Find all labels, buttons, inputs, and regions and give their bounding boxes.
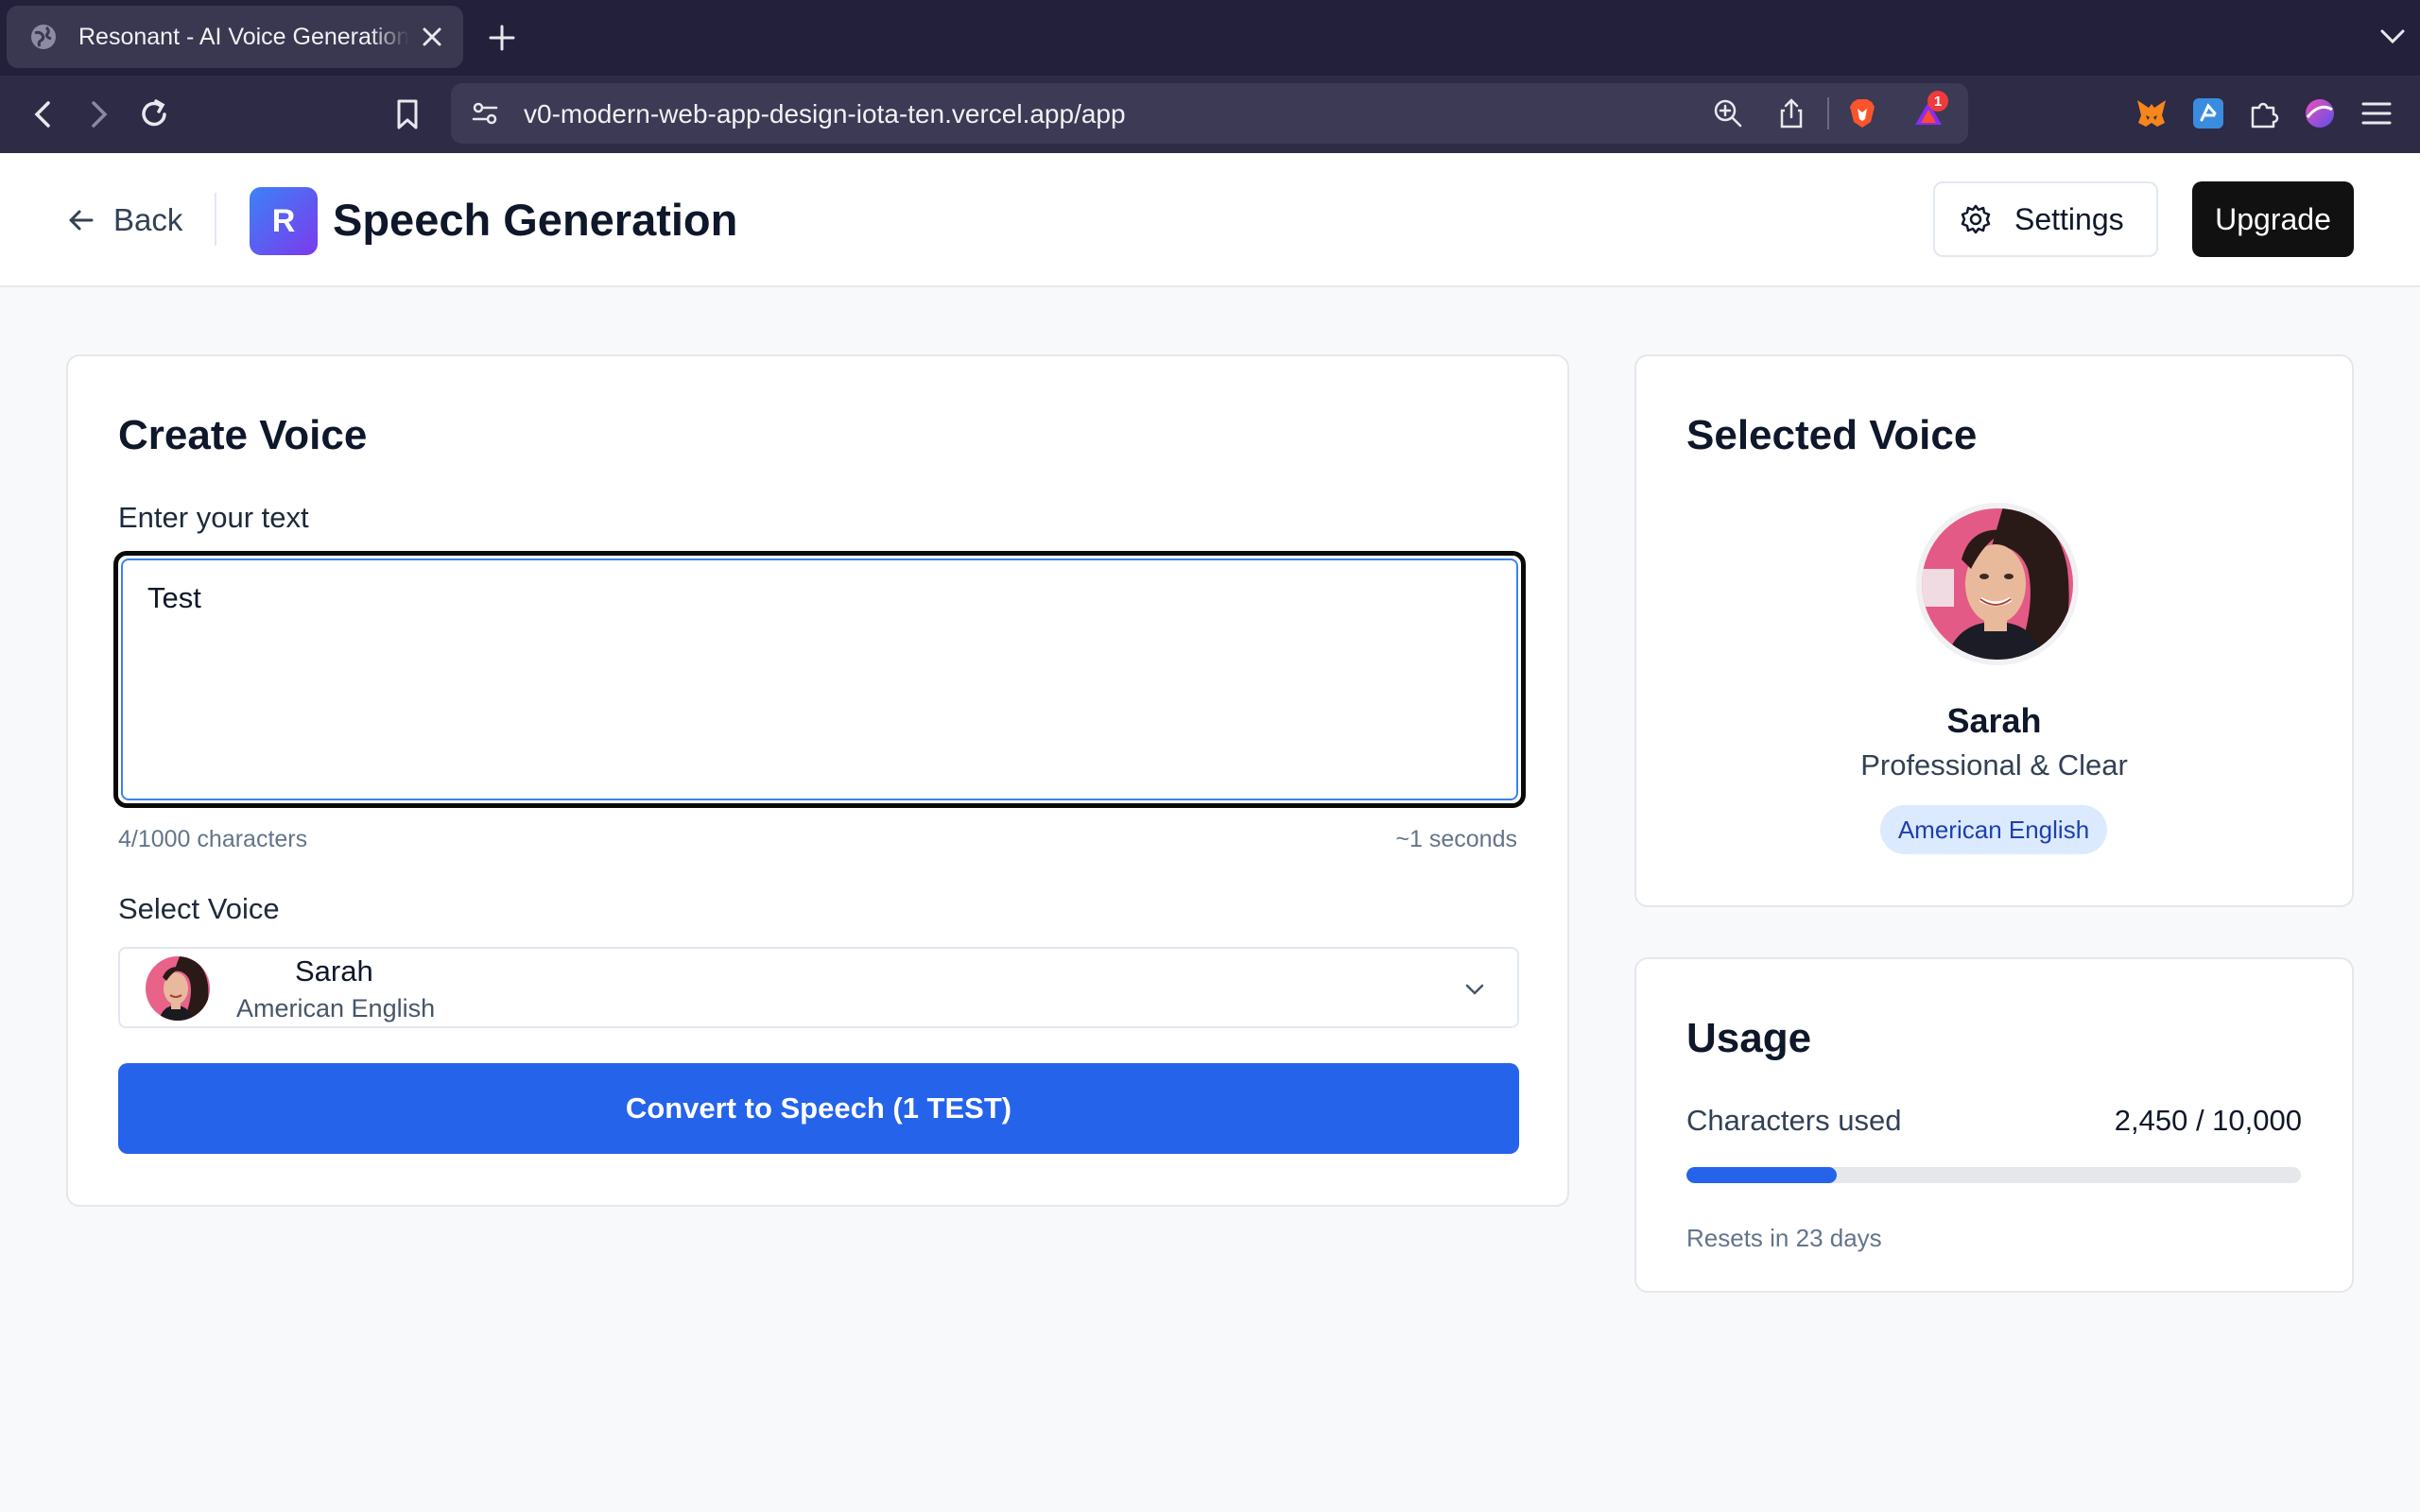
convert-to-speech-button[interactable]: Convert to Speech (1 TEST)	[118, 1063, 1519, 1154]
address-bar[interactable]: v0-modern-web-app-design-iota-ten.vercel…	[451, 83, 1968, 144]
tab-title: Resonant - AI Voice Generation	[78, 23, 409, 50]
create-voice-card: Create Voice Enter your text Test 4/1000…	[66, 354, 1569, 1207]
text-input[interactable]: Test	[121, 558, 1518, 800]
app-logo: R	[250, 187, 318, 255]
chevron-down-icon[interactable]	[2378, 26, 2407, 47]
voice-style: Professional & Clear	[1860, 748, 2128, 782]
menu-icon[interactable]	[2358, 94, 2395, 132]
browser-tab[interactable]: Resonant - AI Voice Generation	[7, 6, 463, 68]
usage-label: Characters used	[1686, 1104, 1902, 1137]
select-voice-language: American English	[236, 994, 436, 1022]
profile-icon[interactable]	[2301, 94, 2339, 132]
header-divider	[215, 193, 216, 246]
usage-progress-fill	[1686, 1167, 1838, 1183]
brave-shield-icon[interactable]	[1845, 96, 1879, 130]
select-voice-label: Select Voice	[118, 892, 280, 925]
voice-avatar	[1916, 503, 2079, 665]
text-input-focus-ring: Test	[113, 551, 1526, 808]
voice-avatar-small	[146, 956, 210, 1021]
notification-badge: 1	[1927, 91, 1948, 112]
voice-name: Sarah	[1946, 701, 2042, 740]
usage-card: Usage Characters used 2,450 / 10,000 Res…	[1634, 957, 2354, 1293]
reload-icon[interactable]	[135, 95, 173, 133]
close-tab-icon[interactable]	[420, 25, 444, 49]
back-button[interactable]: Back	[66, 198, 182, 242]
globe-icon	[31, 25, 56, 49]
forward-nav-icon[interactable]	[79, 95, 117, 133]
usage-progress-bar	[1686, 1167, 2301, 1183]
create-voice-title: Create Voice	[118, 412, 368, 458]
back-label: Back	[113, 202, 183, 237]
metamask-icon[interactable]	[2133, 94, 2170, 132]
settings-label: Settings	[2014, 201, 2124, 236]
url-separator	[1827, 97, 1829, 129]
selected-voice-title: Selected Voice	[1686, 412, 1978, 458]
text-input-label: Enter your text	[118, 501, 309, 534]
select-voice-name: Sarah	[295, 954, 373, 988]
new-tab-icon[interactable]	[487, 23, 517, 53]
selected-voice-card: Selected Voice Sarah Professional & Clea…	[1634, 354, 2354, 907]
duration-estimate: ~1 seconds	[1395, 826, 1517, 852]
voice-select[interactable]: Sarah American English	[118, 947, 1519, 1028]
back-nav-icon[interactable]	[25, 95, 62, 133]
gear-icon	[1961, 204, 1991, 234]
url-text[interactable]: v0-modern-web-app-design-iota-ten.vercel…	[524, 99, 1126, 129]
browser-tab-bar: Resonant - AI Voice Generation	[0, 0, 2420, 76]
share-icon[interactable]	[1774, 96, 1808, 130]
bookmark-icon[interactable]	[389, 95, 426, 133]
usage-reset-text: Resets in 23 days	[1686, 1224, 1882, 1252]
zoom-icon[interactable]	[1711, 96, 1745, 130]
chevron-down-icon	[1465, 984, 1484, 995]
extensions-puzzle-icon[interactable]	[2245, 94, 2283, 132]
app-header: Back R Speech Generation Settings Upgrad…	[0, 153, 2420, 287]
page-title: Speech Generation	[333, 195, 738, 245]
usage-title: Usage	[1686, 1015, 1812, 1061]
language-badge: American English	[1880, 805, 2107, 854]
settings-button[interactable]: Settings	[1933, 181, 2158, 257]
upgrade-button[interactable]: Upgrade	[2192, 181, 2354, 257]
usage-value: 2,450 / 10,000	[2114, 1104, 2302, 1137]
character-count: 4/1000 characters	[118, 826, 308, 852]
extension-blue-icon[interactable]	[2189, 94, 2227, 132]
site-settings-icon[interactable]	[468, 96, 502, 130]
arrow-left-icon	[69, 210, 94, 231]
